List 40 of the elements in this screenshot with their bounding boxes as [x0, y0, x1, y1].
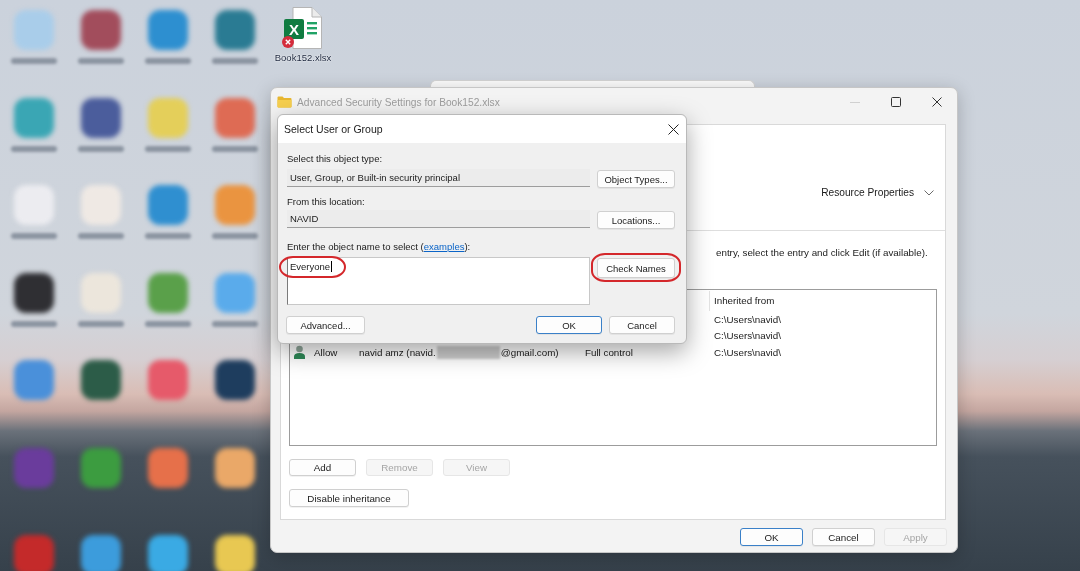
- access-cell-text: Full control: [585, 346, 634, 358]
- file-name-label[interactable]: Book152.xlsx: [274, 52, 332, 63]
- location-field: NAVID: [287, 210, 590, 228]
- blurred-app-icon[interactable]: [214, 360, 255, 400]
- field-label: From this location:: [287, 196, 365, 207]
- inherited-from-cell-text: C:\Users\navid\: [714, 313, 782, 325]
- check-names-button[interactable]: Check Names: [597, 258, 675, 278]
- folder-icon: [277, 96, 292, 108]
- object-types-button[interactable]: Object Types...: [597, 170, 675, 188]
- list-action-button[interactable]: Add: [289, 459, 356, 476]
- window-title: Advanced Security Settings for Book152.xlsx: [297, 96, 500, 108]
- dialog-button[interactable]: Cancel: [609, 316, 675, 334]
- principal-text: navid amz (navid.: [359, 346, 436, 358]
- instruction-text: entry, select the entry and click Edit (if available).: [716, 247, 928, 258]
- blurred-app-icon[interactable]: [214, 535, 255, 571]
- inherited-from-cell-text: C:\Users\navid\: [714, 346, 782, 358]
- principal-text: @gmail.com): [500, 346, 559, 358]
- dialog-button[interactable]: Advanced...: [286, 316, 365, 334]
- type-cell-text: Allow: [314, 346, 339, 358]
- blurred-app-icon[interactable]: [214, 447, 255, 488]
- field-label: Select this object type:: [287, 153, 383, 164]
- maximize-icon: [890, 97, 901, 107]
- dialog-button[interactable]: Cancel: [812, 528, 875, 546]
- object-name-field[interactable]: Everyone: [287, 257, 590, 305]
- dialog-button[interactable]: OK: [536, 316, 602, 334]
- object-type-field: User, Group, or Built-in security principal: [287, 169, 590, 187]
- locations-button[interactable]: Locations...: [597, 211, 675, 229]
- blurred-app-icon[interactable]: [80, 97, 121, 138]
- column-header[interactable]: Inherited from: [709, 290, 936, 311]
- dialog-button[interactable]: OK: [740, 528, 803, 546]
- disable-inheritance-button[interactable]: Disable inheritance: [289, 489, 409, 507]
- close-icon: [667, 123, 679, 135]
- user-icon: [293, 345, 306, 360]
- field-label: Enter the object name to select (examples):: [287, 241, 471, 252]
- resource-properties-toggle[interactable]: Resource Properties: [821, 186, 934, 199]
- blurred-app-icon[interactable]: [13, 272, 54, 313]
- close-icon: [931, 97, 942, 107]
- inherited-from-cell-text: C:\Users\navid\: [714, 330, 782, 342]
- blurred-app-icon[interactable]: [80, 360, 121, 400]
- dialog-title: Select User or Group: [284, 123, 383, 135]
